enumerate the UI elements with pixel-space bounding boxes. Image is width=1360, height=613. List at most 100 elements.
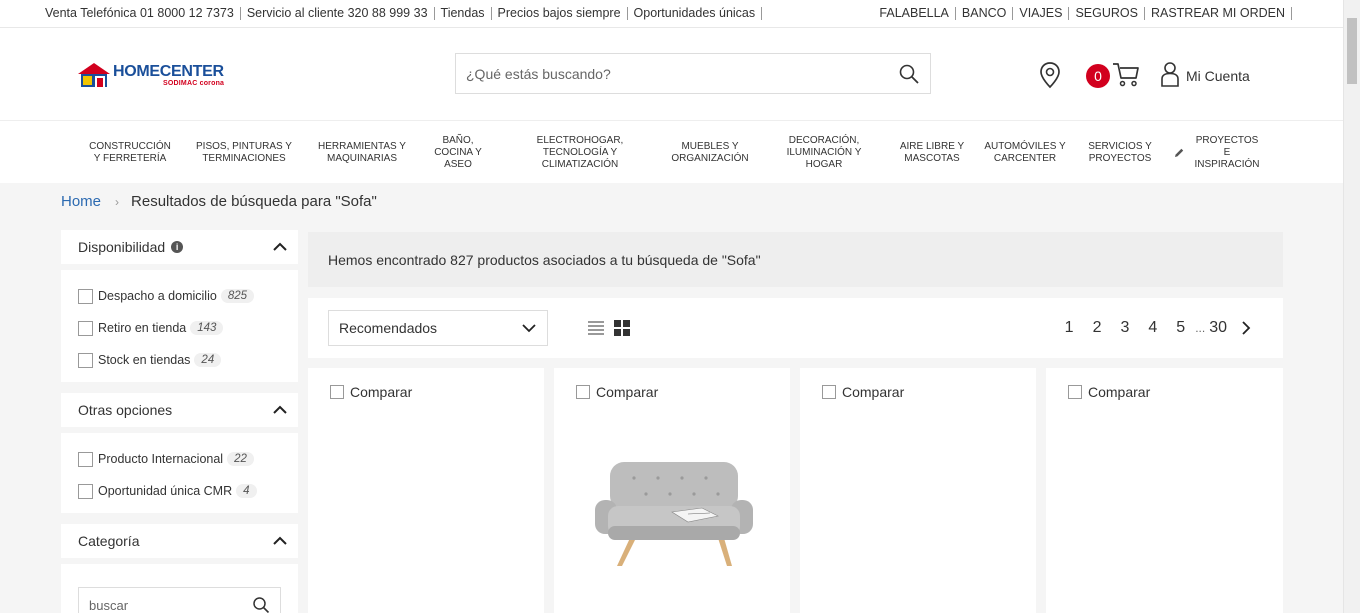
nav-proyectos-inspiracion[interactable]: PROYECTOS E INSPIRACIÓN (1168, 121, 1268, 184)
category-nav: CONSTRUCCIÓN Y FERRETERÍA PISOS, PINTURA… (0, 120, 1343, 183)
checkbox[interactable] (78, 483, 93, 499)
unique-opportunities-link[interactable]: Oportunidades únicas (628, 7, 763, 20)
sort-select[interactable]: Recomendados (328, 310, 548, 346)
checkbox[interactable] (1068, 385, 1082, 399)
product-card[interactable]: Comparar (1046, 368, 1283, 613)
pencil-icon (1175, 148, 1184, 157)
search-icon[interactable] (898, 63, 920, 85)
filter-option[interactable]: Producto Internacional 22 (78, 443, 298, 475)
customer-service-link[interactable]: Servicio al cliente 320 88 999 33 (241, 7, 435, 20)
checkbox[interactable] (822, 385, 836, 399)
product-card[interactable]: Comparar (554, 368, 790, 613)
phone-sales-number: 01 8000 12 7373 (139, 6, 234, 20)
breadcrumb: Home › Resultados de búsqueda para "Sofa… (61, 193, 377, 210)
grid-view-icon[interactable] (614, 320, 630, 336)
scrollbar-thumb[interactable] (1347, 18, 1357, 84)
stores-link[interactable]: Tiendas (435, 7, 492, 20)
compare-checkbox[interactable]: Comparar (1068, 384, 1150, 400)
track-order-link[interactable]: RASTREAR MI ORDEN (1145, 7, 1292, 20)
chevron-down-icon (522, 324, 536, 333)
chevron-up-icon[interactable] (272, 405, 288, 415)
compare-checkbox[interactable]: Comparar (576, 384, 658, 400)
checkbox[interactable] (78, 451, 93, 467)
nav-pisos-pinturas[interactable]: PISOS, PINTURAS Y TERMINACIONES (196, 121, 292, 184)
checkbox[interactable] (78, 288, 93, 304)
page-3-link[interactable]: 3 (1120, 319, 1129, 337)
product-card[interactable]: Comparar (800, 368, 1036, 613)
info-icon[interactable]: i (171, 241, 184, 253)
category-search-input[interactable]: buscar (78, 587, 281, 613)
filter-disponibilidad-body: Despacho a domicilio 825 Retiro en tiend… (61, 270, 298, 382)
falabella-link[interactable]: FALABELLA (873, 7, 956, 20)
compare-checkbox[interactable]: Comparar (330, 384, 412, 400)
page-scrollbar[interactable] (1343, 0, 1360, 613)
nav-muebles[interactable]: MUEBLES Y ORGANIZACIÓN (662, 121, 758, 184)
search-icon[interactable] (252, 596, 270, 613)
checkbox[interactable] (78, 352, 93, 368)
viajes-link[interactable]: VIAJES (1013, 7, 1070, 20)
list-view-icon[interactable] (588, 320, 604, 336)
nav-aire-libre[interactable]: AIRE LIBRE Y MASCOTAS (890, 121, 974, 184)
page-last-link[interactable]: 30 (1209, 319, 1227, 337)
nav-construccion[interactable]: CONSTRUCCIÓN Y FERRETERÍA (86, 121, 174, 184)
page: Venta Telefónica 01 8000 12 7373 Servici… (0, 0, 1343, 613)
customer-service-number: 320 88 999 33 (347, 6, 428, 20)
compare-checkbox[interactable]: Comparar (822, 384, 904, 400)
page-5-link[interactable]: 5 (1176, 319, 1185, 337)
cart-icon[interactable] (1112, 62, 1140, 88)
search-input[interactable]: ¿Qué estás buscando? (455, 53, 931, 94)
page-4-link[interactable]: 4 (1148, 319, 1157, 337)
nav-electrohogar[interactable]: ELECTROHOGAR, TECNOLOGÍA Y CLIMATIZACIÓN (522, 121, 638, 184)
seguros-link[interactable]: SEGUROS (1069, 7, 1145, 20)
top-left-links: Venta Telefónica 01 8000 12 7373 Servici… (45, 7, 763, 20)
page-2-link[interactable]: 2 (1093, 319, 1102, 337)
nav-decoracion[interactable]: DECORACIÓN, ILUMINACIÓN Y HOGAR (778, 121, 870, 184)
chevron-right-icon[interactable] (1239, 321, 1253, 335)
nav-automoviles[interactable]: AUTOMÓVILES Y CARCENTER (982, 121, 1068, 184)
filter-disponibilidad-header[interactable]: Disponibilidad i (61, 230, 298, 264)
filter-option-count: 825 (220, 289, 254, 303)
filter-option[interactable]: Stock en tiendas 24 (78, 344, 298, 376)
phone-sales-label: Venta Telefónica (45, 6, 140, 20)
checkbox[interactable] (576, 385, 590, 399)
category-search-placeholder: buscar (89, 597, 129, 613)
logo-main-text: HOMECENTER (113, 62, 224, 80)
filter-option-count: 24 (194, 353, 222, 367)
chevron-right-icon: › (115, 194, 120, 209)
compare-label: Comparar (596, 384, 659, 400)
low-prices-link[interactable]: Precios bajos siempre (492, 7, 628, 20)
cart-count-badge[interactable]: 0 (1086, 64, 1110, 88)
my-account-link[interactable]: Mi Cuenta (1186, 68, 1250, 84)
filter-otras-title: Otras opciones (78, 402, 173, 418)
logo-house-icon (78, 63, 110, 87)
breadcrumb-home-link[interactable]: Home (61, 193, 101, 210)
filter-option-count: 143 (190, 321, 224, 335)
filter-categoria-title: Categoría (78, 533, 140, 549)
banco-link[interactable]: BANCO (956, 7, 1014, 20)
user-icon[interactable] (1160, 61, 1180, 87)
filter-option-label: Stock en tiendas (98, 353, 191, 367)
sofa-product-image[interactable] (592, 456, 756, 568)
filter-option[interactable]: Oportunidad única CMR 4 (78, 475, 298, 507)
chevron-up-icon[interactable] (272, 242, 288, 252)
nav-herramientas[interactable]: HERRAMIENTAS Y MAQUINARIAS (314, 121, 410, 184)
filter-option-label: Oportunidad única CMR (98, 484, 233, 498)
filter-option[interactable]: Retiro en tienda 143 (78, 312, 298, 344)
results-toolbar: Recomendados 1 2 3 4 5 ... 30 (308, 298, 1283, 358)
phone-sales-link[interactable]: Venta Telefónica 01 8000 12 7373 (45, 7, 241, 20)
sort-selected-value: Recomendados (339, 320, 438, 336)
filter-option[interactable]: Despacho a domicilio 825 (78, 280, 298, 312)
filter-categoria-header[interactable]: Categoría (61, 524, 298, 558)
page-1-link[interactable]: 1 (1065, 319, 1074, 337)
compare-label: Comparar (350, 384, 413, 400)
nav-proyectos-label: PROYECTOS E INSPIRACIÓN (1194, 134, 1260, 170)
checkbox[interactable] (78, 320, 93, 336)
chevron-up-icon[interactable] (272, 536, 288, 546)
checkbox[interactable] (330, 385, 344, 399)
homecenter-logo[interactable]: HOMECENTER SODIMAC corona (77, 61, 247, 89)
location-pin-icon[interactable] (1038, 61, 1062, 89)
filter-otras-header[interactable]: Otras opciones (61, 393, 298, 427)
nav-bano-cocina[interactable]: BAÑO, COCINA Y ASEO (428, 121, 488, 184)
product-card[interactable]: Comparar (308, 368, 544, 613)
nav-servicios[interactable]: SERVICIOS Y PROYECTOS (1082, 121, 1158, 184)
